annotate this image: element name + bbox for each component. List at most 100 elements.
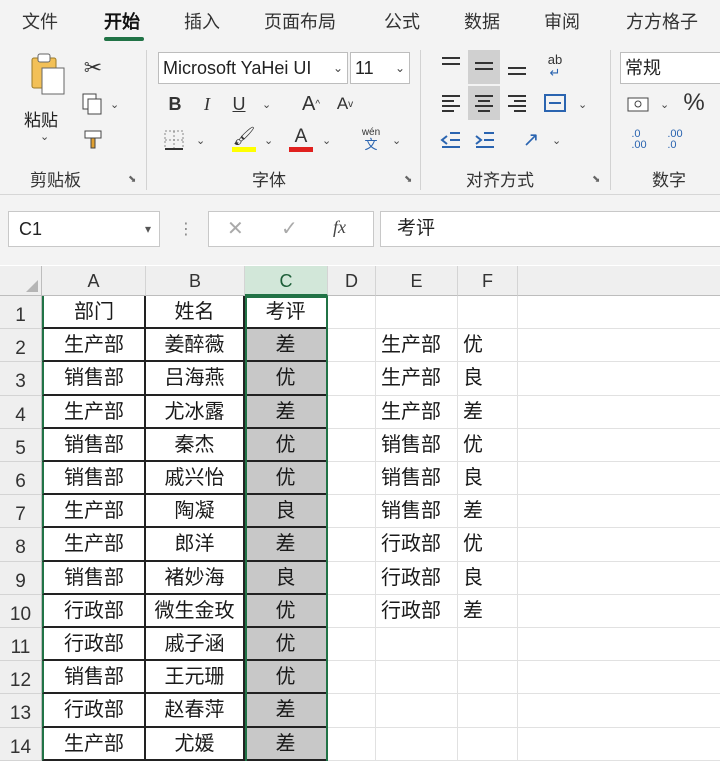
row-header[interactable]: 1 (0, 296, 42, 330)
tab-formulas[interactable]: 公式 (384, 8, 420, 34)
cell-b3[interactable]: 吕海燕 (146, 362, 245, 396)
row-header[interactable]: 2 (0, 329, 42, 363)
cell-a5[interactable]: 销售部 (42, 428, 146, 462)
cell-a11[interactable]: 行政部 (42, 628, 146, 662)
font-size-select[interactable]: 11 ⌄ (350, 52, 410, 84)
cell-e11[interactable] (376, 628, 458, 662)
column-header-b[interactable]: B (146, 266, 245, 296)
row-header[interactable]: 7 (0, 495, 42, 529)
cell-a13[interactable]: 行政部 (42, 694, 146, 728)
format-painter-icon[interactable] (80, 126, 106, 154)
empty-cells[interactable] (518, 296, 720, 330)
cell-a8[interactable]: 生产部 (42, 528, 146, 562)
tab-review[interactable]: 审阅 (544, 8, 580, 34)
cell-c14[interactable]: 差 (245, 727, 328, 761)
cell-e3[interactable]: 生产部 (376, 362, 458, 396)
empty-cells[interactable] (518, 429, 720, 462)
phonetic-button[interactable]: wén 文 (356, 124, 386, 154)
empty-cells[interactable] (518, 628, 720, 662)
copy-dropdown-icon[interactable]: ⌄ (110, 98, 119, 111)
cell-c13[interactable]: 差 (245, 694, 328, 728)
cell-d7[interactable] (328, 495, 376, 529)
borders-dropdown-icon[interactable]: ⌄ (196, 134, 205, 147)
cell-e13[interactable] (376, 694, 458, 728)
cell-f11[interactable] (458, 628, 518, 662)
empty-cells[interactable] (518, 495, 720, 529)
name-box[interactable]: C1 ▾ (8, 211, 160, 247)
row-header[interactable]: 14 (0, 727, 42, 761)
decrease-decimal-button[interactable]: .00 .0 (660, 126, 690, 154)
insert-function-icon[interactable]: fx (333, 217, 346, 238)
cell-d2[interactable] (328, 329, 376, 363)
cell-d4[interactable] (328, 395, 376, 429)
wrap-text-button[interactable]: ab ↵ (540, 50, 570, 82)
cell-d14[interactable] (328, 727, 376, 761)
align-center-icon[interactable] (468, 86, 500, 120)
cell-b8[interactable]: 郎洋 (146, 528, 245, 562)
align-middle-icon[interactable] (468, 50, 500, 84)
cell-a14[interactable]: 生产部 (42, 727, 146, 761)
underline-dropdown-icon[interactable]: ⌄ (262, 98, 271, 111)
grow-font-button[interactable]: A ^ (300, 90, 322, 118)
cell-c7[interactable]: 良 (245, 495, 328, 529)
cell-c6[interactable]: 优 (245, 462, 328, 496)
empty-cells[interactable] (518, 661, 720, 695)
empty-cells[interactable] (518, 362, 720, 396)
empty-cells[interactable] (518, 694, 720, 728)
cell-b9[interactable]: 褚妙海 (146, 561, 245, 595)
empty-cells[interactable] (518, 396, 720, 429)
cell-d8[interactable] (328, 528, 376, 562)
row-header[interactable]: 4 (0, 395, 42, 429)
cell-f7[interactable]: 差 (458, 495, 518, 529)
cell-a1[interactable]: 部门 (42, 296, 146, 330)
cell-c12[interactable]: 优 (245, 661, 328, 695)
tab-file[interactable]: 文件 (22, 8, 58, 34)
column-header-c[interactable]: C (245, 266, 328, 296)
cell-d6[interactable] (328, 462, 376, 496)
cell-c9[interactable]: 良 (245, 561, 328, 595)
cell-b4[interactable]: 尤冰露 (146, 395, 245, 429)
fill-color-dropdown-icon[interactable]: ⌄ (264, 134, 273, 147)
align-bottom-icon[interactable] (502, 50, 532, 84)
orientation-icon[interactable]: ↗ (516, 124, 546, 154)
font-color-dropdown-icon[interactable]: ⌄ (322, 134, 331, 147)
cell-f3[interactable]: 良 (458, 362, 518, 396)
cell-c2[interactable]: 差 (245, 329, 328, 363)
cell-b7[interactable]: 陶凝 (146, 495, 245, 529)
cell-d1[interactable] (328, 296, 376, 330)
cell-d11[interactable] (328, 628, 376, 662)
alignment-launcher-icon[interactable]: ⬊ (592, 174, 600, 185)
row-header[interactable]: 5 (0, 428, 42, 462)
cell-a4[interactable]: 生产部 (42, 395, 146, 429)
row-header[interactable]: 11 (0, 628, 42, 662)
row-header[interactable]: 6 (0, 462, 42, 496)
align-left-icon[interactable] (436, 88, 466, 118)
decrease-indent-icon[interactable] (436, 126, 466, 154)
cell-d3[interactable] (328, 362, 376, 396)
cell-b2[interactable]: 姜醉薇 (146, 329, 245, 363)
empty-cells[interactable] (518, 562, 720, 595)
phonetic-dropdown-icon[interactable]: ⌄ (392, 134, 401, 147)
row-header[interactable]: 9 (0, 561, 42, 595)
cell-b14[interactable]: 尤媛 (146, 727, 245, 761)
cell-b10[interactable]: 微生金玫 (146, 594, 245, 628)
cell-c1[interactable]: 考评 (245, 296, 328, 330)
cell-f5[interactable]: 优 (458, 428, 518, 462)
cell-d13[interactable] (328, 694, 376, 728)
row-header[interactable]: 12 (0, 661, 42, 695)
empty-cells[interactable] (518, 595, 720, 628)
font-launcher-icon[interactable]: ⬊ (404, 174, 412, 185)
cell-d10[interactable] (328, 594, 376, 628)
cell-e7[interactable]: 销售部 (376, 495, 458, 529)
row-header[interactable]: 3 (0, 362, 42, 396)
cell-e1[interactable] (376, 296, 458, 330)
cell-f10[interactable]: 差 (458, 594, 518, 628)
cell-e2[interactable]: 生产部 (376, 329, 458, 363)
cell-c10[interactable]: 优 (245, 594, 328, 628)
cell-a10[interactable]: 行政部 (42, 594, 146, 628)
cell-d12[interactable] (328, 661, 376, 695)
cell-b12[interactable]: 王元珊 (146, 661, 245, 695)
orientation-dropdown-icon[interactable]: ⌄ (552, 134, 561, 147)
empty-cells[interactable] (518, 462, 720, 496)
align-right-icon[interactable] (502, 88, 532, 118)
